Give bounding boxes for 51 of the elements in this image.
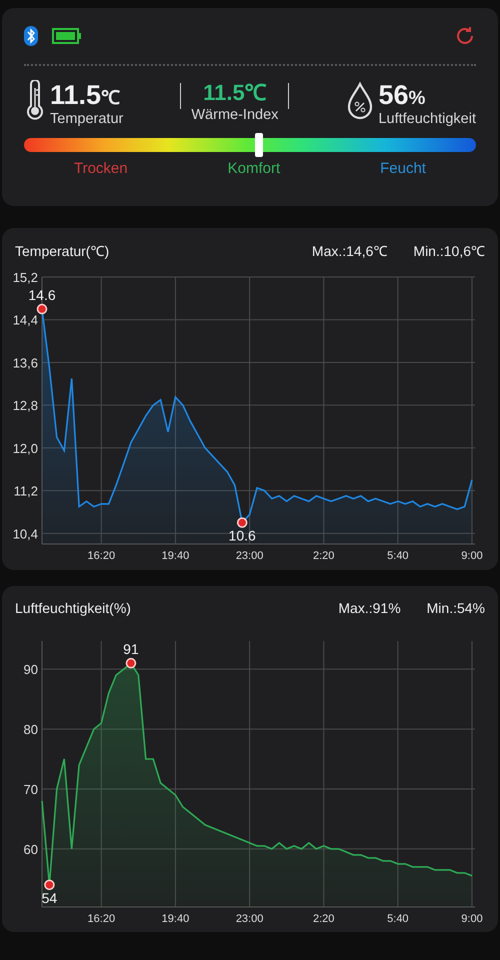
- axis-label: 9:00: [461, 913, 483, 925]
- extreme-marker: [36, 304, 48, 314]
- min-value: Min.:54%: [426, 600, 485, 616]
- extreme-marker: [236, 517, 248, 528]
- axis-label: 5:40: [387, 550, 409, 562]
- axis-label: 80: [24, 722, 38, 738]
- comfort-label: Feucht: [380, 160, 426, 177]
- thermometer-icon: [24, 80, 46, 120]
- chart-title: Temperatur(℃): [15, 242, 110, 260]
- refresh-icon[interactable]: [454, 25, 476, 47]
- extreme-marker: [44, 880, 55, 890]
- reading-label: Wärme-Index: [191, 106, 278, 124]
- axis-label: 19:40: [162, 913, 190, 925]
- min-value: Min.:10,6℃: [413, 242, 485, 260]
- axis-label: 9:00: [461, 550, 483, 562]
- max-value: Max.:14,6℃: [312, 242, 388, 260]
- chart-title: Luftfeuchtigkeit(%): [15, 600, 131, 616]
- axis-label: 13,6: [12, 355, 38, 370]
- axis-label: 14,4: [12, 312, 38, 328]
- axis-label: 60: [24, 842, 38, 857]
- axis-label: 16:20: [88, 913, 116, 925]
- heat-index-value: 11.5℃: [203, 80, 267, 106]
- axis-label: 10,4: [12, 526, 38, 542]
- marker-label: 54: [42, 890, 58, 906]
- comfort-label: Komfort: [228, 160, 280, 177]
- axis-label: 12,8: [12, 398, 38, 414]
- axis-label: 2:20: [313, 550, 334, 562]
- marker-label: 91: [123, 641, 139, 658]
- axis-label: 12,0: [12, 440, 38, 456]
- reading-label: Luftfeuchtigkeit: [378, 110, 476, 128]
- reading-unit: ℃: [101, 88, 120, 109]
- extreme-marker: [126, 658, 136, 668]
- axis-label: 15,2: [12, 270, 38, 285]
- axis-label: 70: [24, 782, 38, 797]
- axis-label: 23:00: [236, 913, 264, 925]
- reading-label: Temperatur: [50, 110, 124, 128]
- axis-label: 11,2: [14, 484, 38, 499]
- axis-label: 19:40: [162, 550, 190, 562]
- humidity-drop-icon: [346, 80, 374, 120]
- max-value: Max.:91%: [338, 600, 401, 616]
- axis-label: 16:20: [88, 550, 116, 562]
- marker-label: 10.6: [228, 528, 256, 544]
- axis-label: 2:20: [313, 913, 334, 925]
- marker-label: 14.6: [28, 287, 56, 304]
- axis-label: 5:40: [387, 913, 409, 925]
- axis-label: 90: [24, 662, 38, 678]
- reading-value: 11.5: [50, 80, 102, 110]
- comfort-label: Trocken: [74, 160, 128, 177]
- reading-unit: %: [408, 88, 426, 109]
- reading-value: 56: [378, 80, 408, 110]
- axis-label: 23:00: [236, 550, 264, 562]
